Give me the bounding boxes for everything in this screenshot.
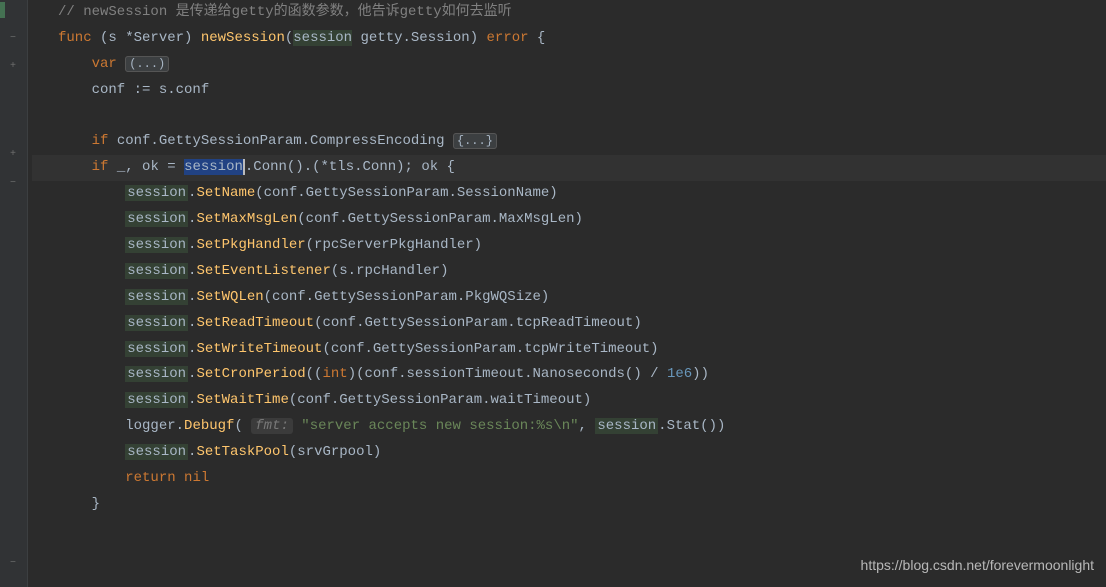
code-line: session.SetTaskPool(srvGrpool)	[32, 440, 1106, 466]
param-hint: fmt:	[251, 418, 293, 434]
code-line	[32, 104, 1106, 130]
selected-text: session	[184, 159, 243, 175]
code-line: session.SetPkgHandler(rpcServerPkgHandle…	[32, 233, 1106, 259]
code-line: return nil	[32, 466, 1106, 492]
code-line: session.SetWriteTimeout(conf.GettySessio…	[32, 337, 1106, 363]
fold-icon[interactable]: +	[10, 146, 16, 165]
code-line: logger.Debugf( fmt: "server accepts new …	[32, 414, 1106, 440]
code-line-current: if _, ok = session.Conn().(*tls.Conn); o…	[32, 155, 1106, 181]
folded-region[interactable]: {...}	[453, 133, 497, 149]
watermark-text: https://blog.csdn.net/forevermoonlight	[861, 553, 1094, 579]
fold-icon[interactable]: −	[10, 175, 16, 194]
code-line: session.SetEventListener(s.rpcHandler)	[32, 259, 1106, 285]
code-line: func (s *Server) newSession(session gett…	[32, 26, 1106, 52]
fold-icon[interactable]: +	[10, 58, 16, 77]
code-line: }	[32, 492, 1106, 518]
code-line: session.SetCronPeriod((int)(conf.session…	[32, 362, 1106, 388]
code-line: session.SetWQLen(conf.GettySessionParam.…	[32, 285, 1106, 311]
vcs-marker	[0, 2, 5, 18]
fold-icon[interactable]: −	[10, 555, 16, 574]
folded-region[interactable]: (...)	[125, 56, 169, 72]
code-line: // newSession 是传递给getty的函数参数，他告诉getty如何去…	[32, 0, 1106, 26]
code-editor: − + + − 💡 − // newSession 是传递给getty的函数参数…	[0, 0, 1106, 587]
code-line: session.SetMaxMsgLen(conf.GettySessionPa…	[32, 207, 1106, 233]
code-area[interactable]: // newSession 是传递给getty的函数参数，他告诉getty如何去…	[28, 0, 1106, 587]
code-line: var (...)	[32, 52, 1106, 78]
code-line: conf := s.conf	[32, 78, 1106, 104]
gutter: − + + − 💡 −	[0, 0, 28, 587]
code-line: session.SetReadTimeout(conf.GettySession…	[32, 311, 1106, 337]
code-line: session.SetWaitTime(conf.GettySessionPar…	[32, 388, 1106, 414]
fold-icon[interactable]: −	[10, 30, 16, 49]
code-line: session.SetName(conf.GettySessionParam.S…	[32, 181, 1106, 207]
code-line: if conf.GettySessionParam.CompressEncodi…	[32, 129, 1106, 155]
